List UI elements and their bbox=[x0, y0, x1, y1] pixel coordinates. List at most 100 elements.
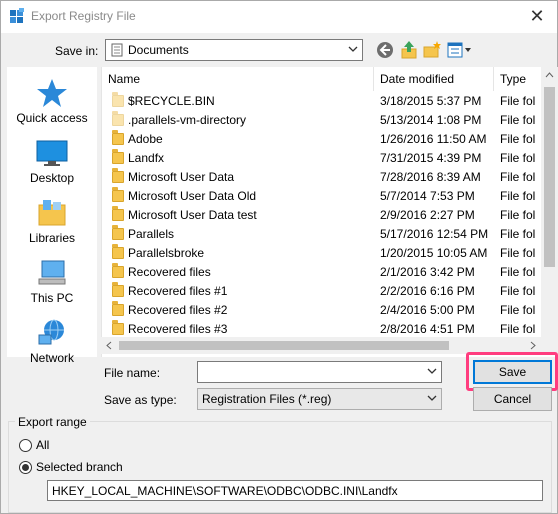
scroll-right-icon[interactable] bbox=[530, 341, 536, 350]
file-row[interactable]: Parallels 5/17/2016 12:54 PM File fol bbox=[102, 225, 547, 244]
documents-icon bbox=[111, 43, 123, 57]
file-type: File fol bbox=[500, 227, 536, 241]
folder-icon bbox=[112, 168, 124, 183]
scroll-up-icon[interactable] bbox=[545, 72, 554, 78]
file-date: 7/28/2016 8:39 AM bbox=[380, 170, 481, 184]
branch-path-input[interactable]: HKEY_LOCAL_MACHINE\SOFTWARE\ODBC\ODBC.IN… bbox=[47, 480, 543, 501]
column-header-name[interactable]: Name bbox=[102, 67, 374, 91]
folder-icon bbox=[112, 263, 124, 278]
file-name-input[interactable] bbox=[197, 361, 442, 383]
branch-path-value: HKEY_LOCAL_MACHINE\SOFTWARE\ODBC\ODBC.IN… bbox=[52, 484, 398, 498]
file-name: Microsoft User Data bbox=[128, 170, 235, 184]
file-name: $RECYCLE.BIN bbox=[128, 94, 215, 108]
file-date: 7/31/2015 4:39 PM bbox=[380, 151, 482, 165]
save-as-type-dropdown[interactable]: Registration Files (*.reg) bbox=[197, 388, 442, 410]
up-folder-icon[interactable] bbox=[399, 40, 419, 60]
place-label: Network bbox=[29, 351, 74, 365]
vertical-scrollbar[interactable] bbox=[541, 67, 558, 337]
file-type: File fol bbox=[500, 189, 536, 203]
file-row[interactable]: Landfx 7/31/2015 4:39 PM File fol bbox=[102, 149, 547, 168]
save-in-value: Documents bbox=[128, 43, 189, 57]
file-date: 2/2/2016 6:16 PM bbox=[380, 284, 475, 298]
chevron-down-icon[interactable] bbox=[426, 365, 438, 377]
folder-icon bbox=[112, 130, 124, 145]
place-label: This PC bbox=[30, 291, 74, 305]
file-name-label: File name: bbox=[104, 366, 161, 380]
place-desktop[interactable]: Desktop bbox=[7, 137, 97, 185]
network-icon bbox=[38, 319, 64, 345]
file-date: 1/26/2016 11:50 AM bbox=[380, 132, 487, 146]
file-name: Recovered files bbox=[128, 265, 211, 279]
folder-icon bbox=[112, 206, 124, 221]
places-bar: Quick access Desktop Libraries This PC N… bbox=[7, 67, 97, 365]
file-row[interactable]: $RECYCLE.BIN 3/18/2015 5:37 PM File fol bbox=[102, 92, 547, 111]
place-quick-access[interactable]: Quick access bbox=[7, 77, 97, 125]
computer-icon bbox=[38, 260, 66, 285]
file-type: File fol bbox=[500, 246, 536, 260]
save-button[interactable]: Save bbox=[473, 360, 552, 384]
file-list[interactable]: Name Date modified Type $RECYCLE.BIN 3/18… bbox=[101, 67, 558, 357]
registry-editor-icon bbox=[10, 8, 24, 23]
folder-icon bbox=[112, 301, 124, 316]
chevron-down-icon bbox=[348, 46, 358, 52]
cancel-button-label: Cancel bbox=[493, 392, 532, 406]
file-row[interactable]: Recovered files #1 2/2/2016 6:16 PM File f… bbox=[102, 282, 547, 301]
file-name: .parallels-vm-directory bbox=[128, 113, 247, 127]
radio-selected-branch-label[interactable]: Selected branch bbox=[36, 460, 123, 474]
save-in-dropdown[interactable]: Documents bbox=[105, 39, 363, 61]
file-row[interactable]: Adobe 1/26/2016 11:50 AM File fol bbox=[102, 130, 547, 149]
file-row[interactable]: Recovered files 2/1/2016 3:42 PM File fol bbox=[102, 263, 547, 282]
view-menu-icon[interactable] bbox=[446, 40, 472, 60]
close-button[interactable]: ✕ bbox=[525, 4, 549, 28]
desktop-icon bbox=[36, 140, 68, 166]
file-type: File fol bbox=[500, 151, 536, 165]
radio-all-label[interactable]: All bbox=[36, 438, 49, 452]
column-header-label: Type bbox=[500, 72, 527, 86]
file-type: File fol bbox=[500, 132, 536, 146]
save-as-type-value: Registration Files (*.reg) bbox=[202, 392, 332, 406]
file-name: Adobe bbox=[128, 132, 163, 146]
window-title: Export Registry File bbox=[31, 9, 136, 23]
place-label: Quick access bbox=[16, 111, 88, 125]
column-header-date[interactable]: Date modified bbox=[374, 67, 494, 91]
horizontal-scroll-thumb[interactable] bbox=[119, 341, 449, 350]
vertical-scroll-thumb[interactable] bbox=[544, 87, 555, 267]
save-as-type-label: Save as type: bbox=[104, 393, 177, 407]
file-name: Microsoft User Data test bbox=[128, 208, 257, 222]
column-header-label: Name bbox=[108, 72, 141, 86]
folder-icon bbox=[112, 225, 124, 240]
place-libraries[interactable]: Libraries bbox=[7, 197, 97, 245]
folder-icon bbox=[112, 92, 124, 107]
folder-icon bbox=[112, 244, 124, 259]
file-type: File fol bbox=[500, 284, 536, 298]
export-registry-dialog: Export Registry File ✕ Save in: Document… bbox=[0, 0, 558, 514]
folder-icon bbox=[112, 282, 124, 297]
radio-all[interactable] bbox=[19, 439, 32, 452]
file-row[interactable]: Recovered files #2 2/4/2016 5:00 PM File f… bbox=[102, 301, 547, 320]
file-name: Recovered files #1 bbox=[128, 284, 228, 298]
place-this-pc[interactable]: This PC bbox=[7, 257, 97, 305]
back-icon[interactable] bbox=[375, 40, 395, 60]
folder-icon bbox=[112, 187, 124, 202]
folder-icon bbox=[112, 320, 124, 335]
file-type: File fol bbox=[500, 265, 536, 279]
place-label: Libraries bbox=[28, 231, 76, 245]
scroll-left-icon[interactable] bbox=[106, 341, 112, 350]
file-row[interactable]: Parallelsbroke 1/20/2015 10:05 AM File fol bbox=[102, 244, 547, 263]
file-row[interactable]: Microsoft User Data 7/28/2016 8:39 AM File… bbox=[102, 168, 547, 187]
place-network[interactable]: Network bbox=[7, 317, 97, 365]
new-folder-icon[interactable] bbox=[422, 40, 442, 60]
column-header-label: Date modified bbox=[380, 72, 455, 86]
file-date: 3/18/2015 5:37 PM bbox=[380, 94, 482, 108]
file-name: Microsoft User Data Old bbox=[128, 189, 257, 203]
cancel-button[interactable]: Cancel bbox=[473, 387, 552, 411]
radio-selected-branch[interactable] bbox=[19, 461, 32, 474]
file-type: File fol bbox=[500, 208, 536, 222]
file-date: 2/4/2016 5:00 PM bbox=[380, 303, 475, 317]
file-row[interactable]: Microsoft User Data Old 5/7/2014 7:53 PM F… bbox=[102, 187, 547, 206]
file-row[interactable]: .parallels-vm-directory 5/13/2014 1:08 PM… bbox=[102, 111, 547, 130]
folder-icon bbox=[112, 111, 124, 126]
file-type: File fol bbox=[500, 170, 536, 184]
file-row[interactable]: Microsoft User Data test 2/9/2016 2:27 PM… bbox=[102, 206, 547, 225]
file-type: File fol bbox=[500, 113, 536, 127]
